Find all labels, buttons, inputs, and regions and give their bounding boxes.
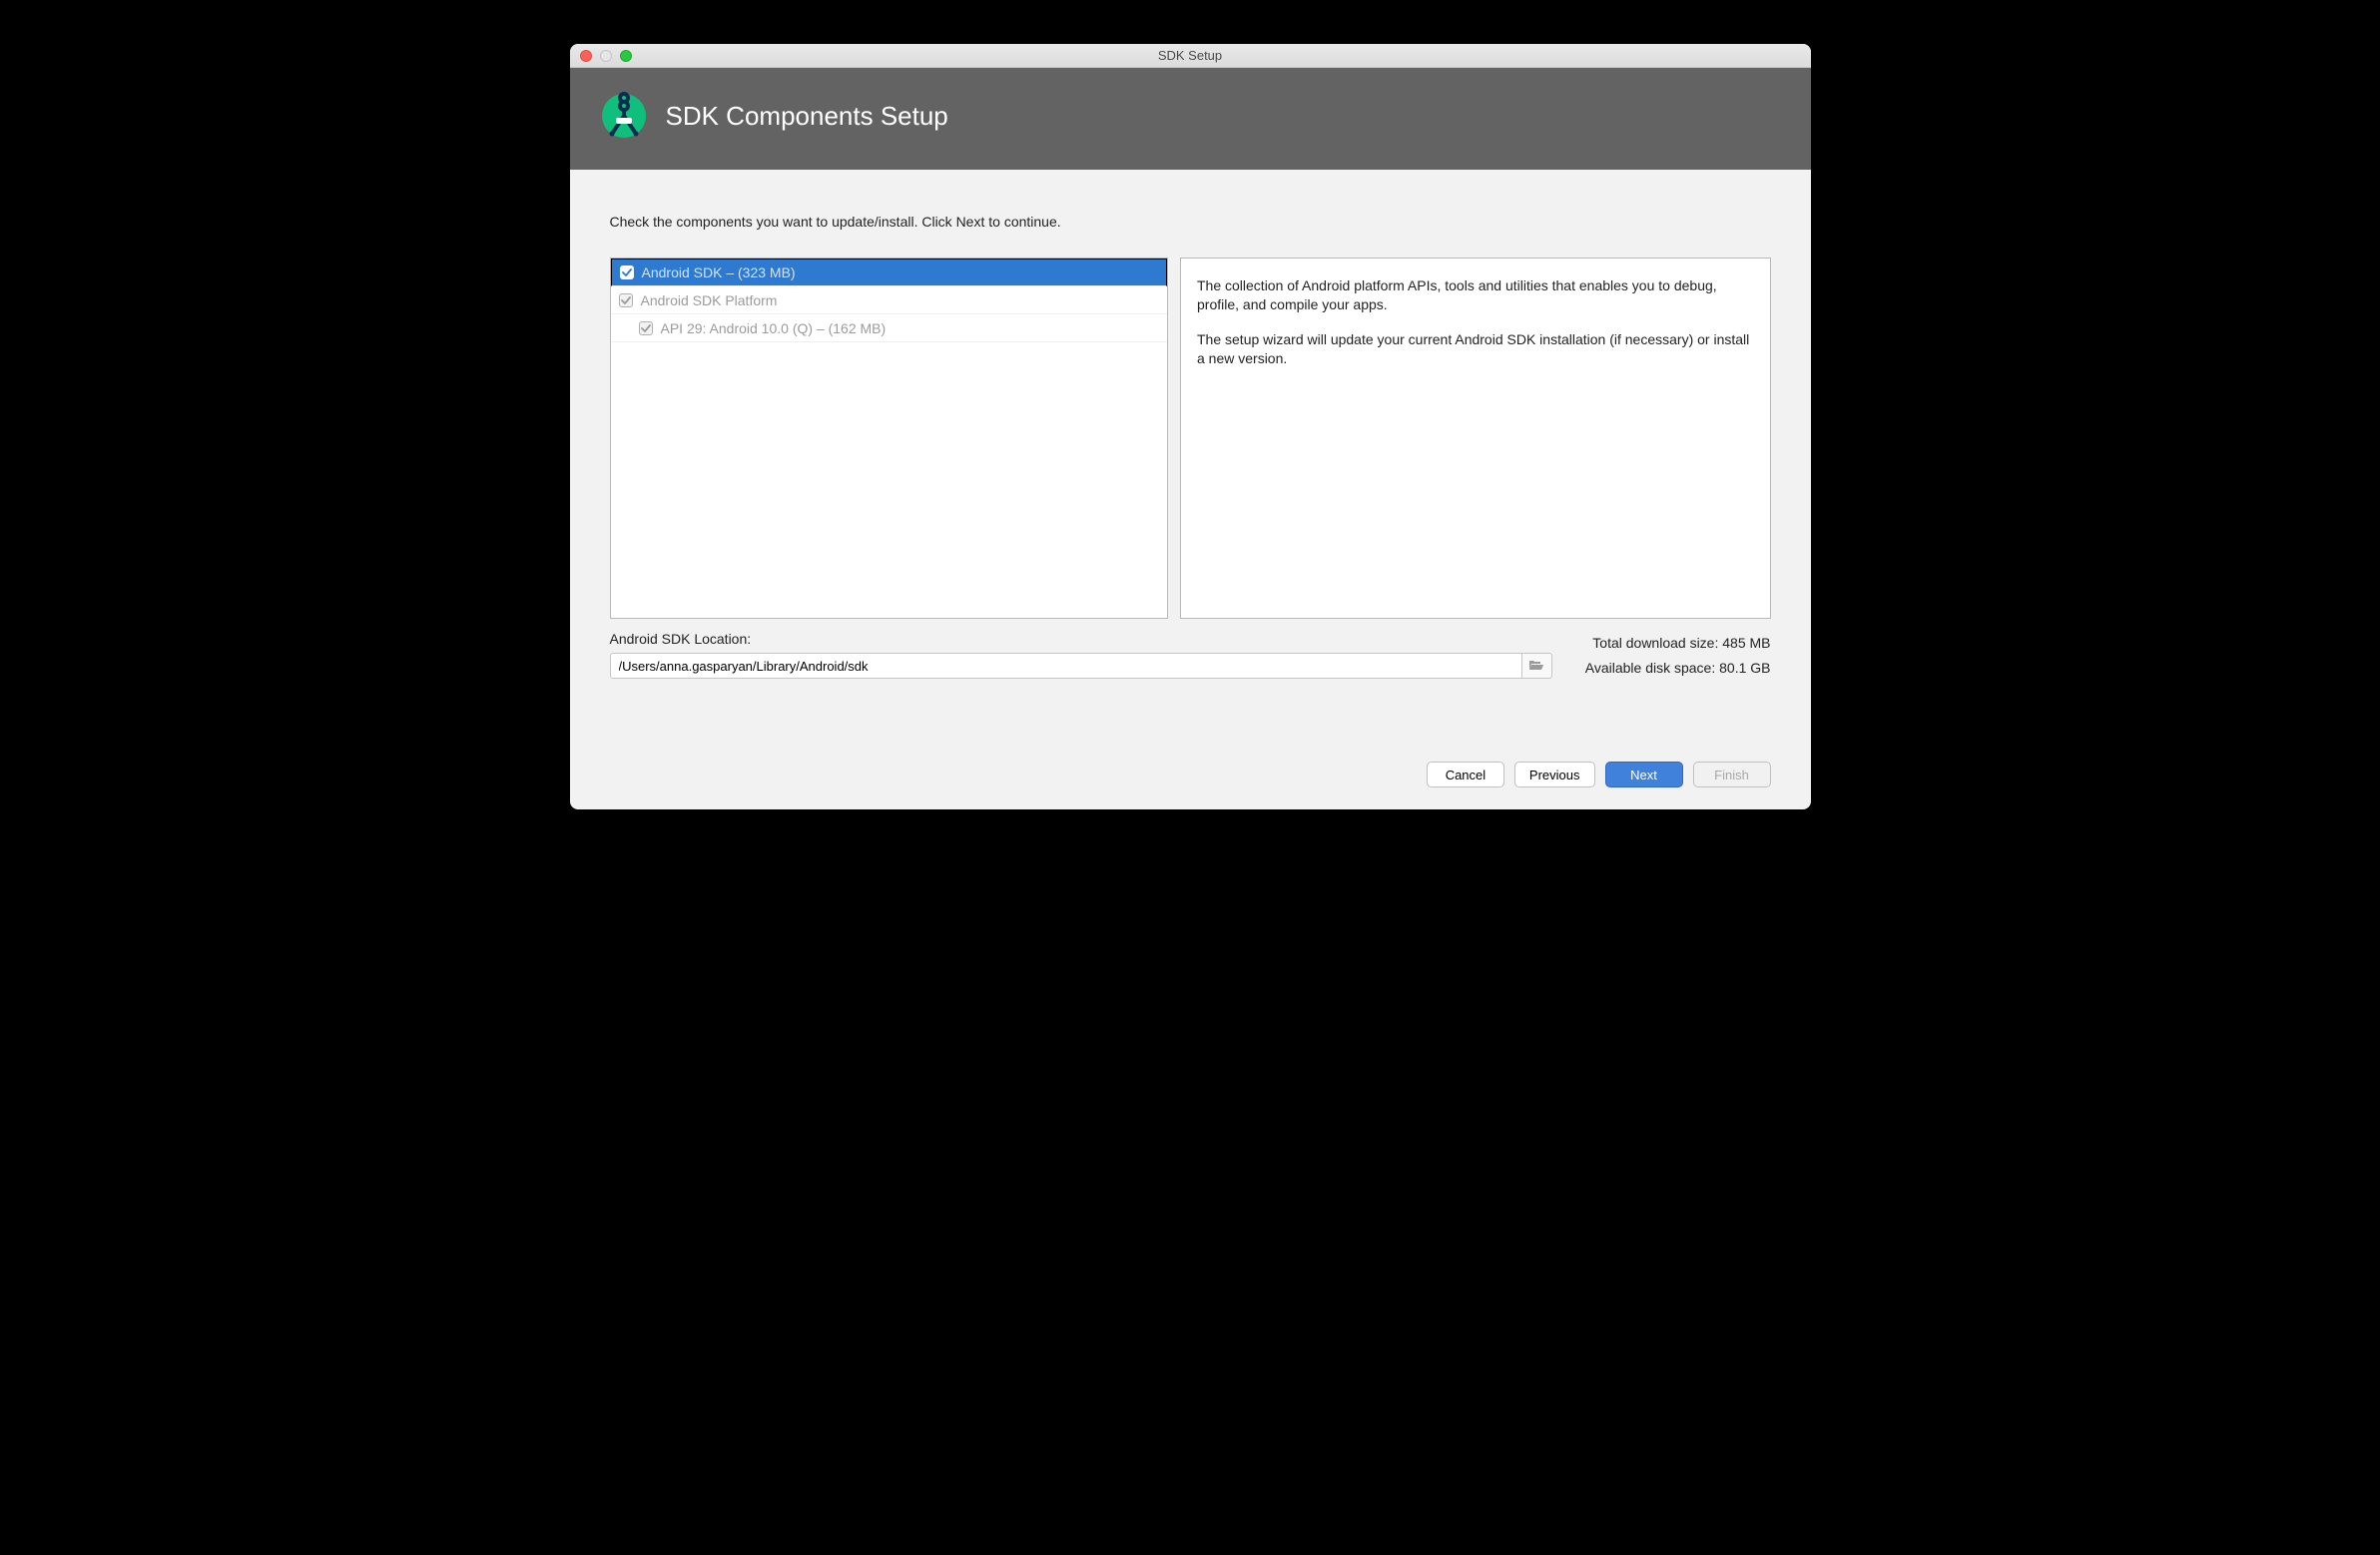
android-studio-logo-icon	[600, 92, 648, 140]
below-panels: Android SDK Location: Total download siz…	[610, 631, 1771, 680]
description-line: The collection of Android platform APIs,…	[1197, 276, 1754, 314]
component-row[interactable]: Android SDK – (323 MB)	[611, 259, 1168, 286]
component-label: API 29: Android 10.0 (Q) – (162 MB)	[661, 320, 887, 336]
titlebar: SDK Setup	[570, 44, 1811, 68]
sdk-location-input[interactable]	[610, 653, 1522, 679]
footer-buttons: Cancel Previous Next Finish	[570, 762, 1811, 809]
panels: Android SDK – (323 MB) Android SDK Platfo…	[610, 258, 1771, 619]
component-label: Android SDK Platform	[641, 292, 778, 308]
description-line: The setup wizard will update your curren…	[1197, 330, 1754, 368]
browse-button[interactable]	[1522, 653, 1552, 679]
window: SDK Setup SDK Components Setup Check the…	[570, 44, 1811, 809]
available-disk-space: Available disk space: 80.1 GB	[1585, 656, 1771, 681]
banner: SDK Components Setup	[570, 68, 1811, 170]
next-button[interactable]: Next	[1605, 762, 1683, 787]
previous-button[interactable]: Previous	[1514, 762, 1595, 787]
page-title: SDK Components Setup	[666, 101, 948, 132]
checkbox[interactable]	[620, 265, 634, 279]
component-tree[interactable]: Android SDK – (323 MB) Android SDK Platfo…	[610, 258, 1169, 619]
sdk-location-label: Android SDK Location:	[610, 631, 1585, 647]
component-label: Android SDK – (323 MB)	[642, 264, 796, 280]
window-title: SDK Setup	[570, 48, 1811, 63]
instruction-text: Check the components you want to update/…	[610, 214, 1771, 230]
finish-button: Finish	[1693, 762, 1771, 787]
checkbox	[639, 321, 653, 335]
content: Check the components you want to update/…	[570, 170, 1811, 702]
total-download-size: Total download size: 485 MB	[1585, 631, 1771, 656]
cancel-button[interactable]: Cancel	[1427, 762, 1504, 787]
checkbox	[619, 293, 633, 307]
component-description: The collection of Android platform APIs,…	[1180, 258, 1771, 619]
component-row[interactable]: Android SDK Platform	[611, 286, 1168, 314]
folder-open-icon	[1528, 658, 1544, 674]
component-row[interactable]: API 29: Android 10.0 (Q) – (162 MB)	[611, 314, 1168, 342]
